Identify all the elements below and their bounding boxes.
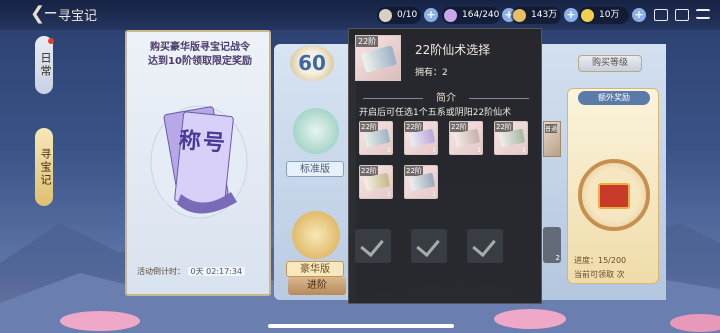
item-count: 2 [555,254,560,262]
treasure-chest-icon [598,183,630,209]
home-indicator [268,324,454,328]
stamina-icon [379,9,392,22]
level-badge: 60 [290,45,334,81]
item-count: 1 [432,147,436,154]
countdown-value: 0天 02:17:34 [187,267,246,276]
resource-value: 10万 [599,10,620,20]
tab-label: 日常 [39,52,52,78]
title-item-label: 称号 [178,128,228,157]
spell-option[interactable]: 22阶 1 [404,121,438,155]
claimed-slot [467,229,503,263]
tab-label: 寻宝记 [39,147,52,187]
intro-heading: 简介 [436,93,456,104]
promo-panel: 购买豪华版寻宝记战令 达到10阶领取限定奖励 称号 活动倒计时： 0天 02:1… [125,30,271,296]
standard-version-label: 标准版 [286,161,344,177]
popup-description: 开启后可任选1个五系或阴阳22阶仙术 [359,108,512,118]
countdown-label: 活动倒计时： [137,267,185,276]
item-count: 1 [387,191,391,198]
item-count: 1 [387,147,391,154]
deluxe-version-label: 豪华版 [286,261,344,277]
jade-icon [444,9,457,22]
reward-chest-ring[interactable] [578,159,650,231]
spell-option[interactable]: 22阶 1 [494,121,528,155]
title-scroll-icon [150,105,248,219]
extra-rewards-header: 额外奖励 [578,91,650,105]
mail-icon[interactable] [675,9,689,21]
deluxe-reward-icon [292,211,340,259]
extra-progress: 进度：15/200 当前可领取 次 [574,255,654,280]
check-icon [472,232,496,258]
item-count: 1 [432,191,436,198]
standard-reward-icon [293,108,339,154]
claimed-slot [411,229,447,263]
tier-tag: 22阶 [356,36,379,47]
spell-option[interactable]: 22阶 1 [359,165,393,199]
promo-line-1: 购买豪华版寻宝记战令 [150,42,250,53]
owned-count: 拥有：2 [415,68,448,78]
spell-option[interactable]: 22阶 1 [359,121,393,155]
resource-value: 0/10 [397,10,418,20]
top-bar: ❮─ 寻宝记 0/10 + 164/240 + 143万 + 10万 + [0,0,720,30]
add-coin-button[interactable]: + [564,8,578,22]
countdown: 活动倒计时： 0天 02:17:34 [137,266,261,280]
add-stamina-button[interactable]: + [424,8,438,22]
claimed-slot [355,229,391,263]
divider [469,98,529,99]
claim-status-text: 当前可领取 次 [574,270,625,279]
resource-jade: 164/240 [442,7,500,24]
advance-button[interactable]: 进阶 [288,277,346,295]
promo-line-2: 达到10阶领取限定奖励 [148,56,252,67]
tab-treasure-hunt[interactable]: 寻宝记 [35,128,53,206]
item-count: 1 [477,147,481,154]
chat-icon[interactable] [654,9,668,21]
notification-dot [48,38,54,44]
menu-icon[interactable] [696,9,710,19]
resource-coin: 143万 [511,7,561,24]
add-gold-button[interactable]: + [632,8,646,22]
resource-stamina: 0/10 [377,7,421,24]
page-title: 寻宝记 [58,9,98,24]
buy-level-button[interactable]: 购买等级 [578,55,642,72]
item-count: 1 [522,147,526,154]
spell-selection-item-icon: 22阶 [355,35,401,81]
resource-value: 143万 [531,10,558,20]
back-arrow-icon[interactable]: ❮─ [30,4,56,24]
coin-icon [513,9,526,22]
extra-rewards-panel: 额外奖励 进度：15/200 当前可领取 次 [567,88,659,284]
progress-text: 进度：15/200 [574,256,627,265]
popup-title: 22阶仙术选择 [415,43,491,57]
resource-value: 164/240 [462,10,500,20]
resource-gold: 10万 [579,7,629,24]
item-detail-popup: 22阶 22阶仙术选择 拥有：2 简介 开启后可任选1个五系或阴阳22阶仙术 2… [348,28,542,304]
scroll-icon [360,45,398,73]
divider [363,98,423,99]
item-tag: 普通 [545,124,558,133]
background-reward-item-locked[interactable]: 2 [543,227,561,263]
tab-daily[interactable]: 日常 [35,36,53,94]
check-icon [416,232,440,258]
spell-option[interactable]: 22阶 1 [449,121,483,155]
gold-icon [581,9,594,22]
spell-option[interactable]: 22阶 1 [404,165,438,199]
background-reward-item[interactable]: 普通 [543,121,561,157]
check-icon [360,232,384,258]
